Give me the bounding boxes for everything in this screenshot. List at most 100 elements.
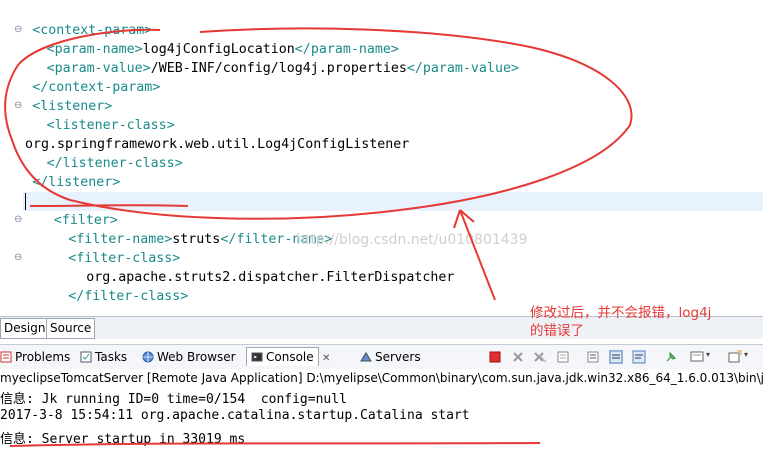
xml-tag-token: > (180, 289, 189, 304)
globe-icon (142, 350, 154, 363)
code-line-text: org.springframework.web.util.Log4jConfig… (25, 135, 409, 154)
scroll-lock-icon[interactable] (586, 350, 600, 364)
xml-tag-token: filter-class (84, 289, 181, 304)
code-line[interactable]: <param-name>log4jConfigLocation</param-n… (0, 40, 763, 59)
fold-toggle-icon[interactable]: ⊖ (14, 253, 22, 263)
servers-icon (360, 350, 372, 362)
code-line[interactable]: org.apache.struts2.dispatcher.FilterDisp… (0, 268, 763, 287)
code-line[interactable] (0, 192, 763, 211)
xml-tag-token: listener (40, 99, 105, 114)
console-output[interactable]: myeclipseTomcatServer [Remote Java Appli… (0, 369, 763, 462)
close-icon: ✕ (322, 353, 331, 364)
code-line-text: <filter> (54, 211, 118, 230)
xml-tag-token: > (112, 175, 121, 190)
xml-tag-token: param-value (422, 61, 511, 76)
xml-tag-token: </ (68, 289, 85, 304)
tab-tasks[interactable]: Tasks (80, 348, 127, 366)
xml-tag-token: > (166, 118, 175, 133)
code-line-text: <filter-name>struts</filter-name> (68, 230, 332, 249)
tab-console-label: Console (266, 350, 314, 364)
console-line: 信息: Server startup in 33019 ms (0, 432, 246, 447)
code-text-token: org.springframework.web.util.Log4jConfig… (25, 137, 410, 152)
xml-tag-token: context-param (40, 23, 145, 38)
code-line[interactable]: <listener-class> (0, 116, 763, 135)
fold-toggle-icon[interactable]: ⊖ (14, 215, 22, 225)
code-line-text: </context-param> (32, 78, 160, 97)
code-line[interactable]: <param-value>/WEB-INF/config/log4j.prope… (0, 59, 763, 78)
tab-design[interactable]: Design (0, 318, 50, 339)
open-console-icon[interactable] (728, 350, 742, 364)
xml-tag-token: filter-class (76, 251, 173, 266)
xml-tag-token: > (109, 213, 118, 228)
tab-web-browser[interactable]: Web Browser (142, 348, 236, 366)
tab-close-console[interactable]: ✕ (322, 348, 330, 366)
fold-toggle-icon[interactable]: ⊖ (14, 25, 22, 35)
code-line-text: <listener> (32, 97, 112, 116)
xml-tag-token: param-name (54, 42, 135, 57)
tab-servers-label: Servers (375, 350, 421, 364)
clear-console-icon[interactable] (556, 350, 570, 364)
terminate-icon[interactable] (488, 350, 502, 364)
tab-console[interactable]: Console (246, 347, 319, 366)
xml-tag-token: </ (46, 156, 63, 171)
xml-tag-token: </ (220, 232, 237, 247)
xml-tag-token: < (32, 99, 41, 114)
code-line[interactable]: </listener-class> (0, 154, 763, 173)
tab-source[interactable]: Source (46, 318, 96, 339)
xml-tag-token: < (53, 213, 62, 228)
xml-tag-token: filter-name (76, 232, 165, 247)
code-line[interactable]: <listener> ⊖ (0, 97, 763, 116)
tab-problems[interactable]: Problems (0, 348, 70, 366)
xml-tag-token: < (46, 61, 55, 76)
code-text-token: struts (172, 232, 221, 247)
xml-tag-token: </ (32, 175, 49, 190)
xml-tag-token: context-param (48, 80, 153, 95)
show-console-on-output-icon[interactable] (632, 350, 646, 364)
code-line[interactable]: org.springframework.web.util.Log4jConfig… (0, 135, 763, 154)
xml-tag-token: </ (32, 80, 49, 95)
tab-web-browser-label: Web Browser (157, 350, 236, 364)
open-console-dropdown-icon[interactable]: ▾ (744, 350, 758, 364)
xml-tag-token: param-value (54, 61, 143, 76)
code-text-token: log4jConfigLocation (142, 42, 295, 57)
xml-tag-token: < (68, 251, 77, 266)
xml-source-editor[interactable]: <context-param> ⊖ <param-name>log4jConfigL… (0, 0, 763, 316)
code-line[interactable]: <filter> ⊖ (0, 211, 763, 230)
xml-tag-token: listener-class (54, 118, 167, 133)
remove-launch-icon[interactable] (511, 350, 525, 364)
annotation-line-2: 的错误了 (530, 323, 584, 339)
xml-tag-token: listener (48, 175, 113, 190)
tab-servers[interactable]: Servers (360, 348, 421, 366)
console-line: 2017-3-8 15:54:11 org.apache.catalina.st… (0, 408, 470, 423)
display-console-icon[interactable] (690, 350, 704, 364)
fold-toggle-icon[interactable]: ⊖ (14, 101, 22, 111)
code-text-token: org.apache.struts2.dispatcher.FilterDisp… (86, 270, 455, 285)
code-line-text: <param-name>log4jConfigLocation</param-n… (47, 40, 399, 59)
xml-tag-token: < (46, 42, 55, 57)
xml-tag-token: listener-class (62, 156, 175, 171)
tab-tasks-label: Tasks (95, 350, 128, 364)
remove-all-terminated-icon[interactable] (533, 350, 547, 364)
xml-tag-token: </ (294, 42, 311, 57)
annotation-line-1: 修改过后，并不会报错，log4j (530, 305, 712, 321)
xml-tag-token: > (174, 156, 183, 171)
code-text-token: /WEB-INF/config/log4j.properties (150, 61, 407, 76)
xml-tag-token: </ (406, 61, 423, 76)
code-line-text: </listener> (32, 173, 120, 192)
pin-console-icon[interactable] (664, 350, 678, 364)
xml-tag-token: < (46, 118, 55, 133)
xml-tag-token: > (172, 251, 181, 266)
problems-icon (0, 350, 12, 363)
xml-tag-token: > (142, 61, 151, 76)
code-line[interactable]: <filter-class> ⊖ (0, 249, 763, 268)
code-line[interactable]: <context-param> ⊖ (0, 21, 763, 40)
watermark: http://blog.csdn.net/u010801439 (296, 232, 528, 248)
display-console-dropdown-icon[interactable]: ▾ (706, 350, 720, 364)
word-wrap-icon[interactable] (609, 350, 623, 364)
xml-tag-token: < (32, 23, 41, 38)
annotation-note: 修改过后，并不会报错，log4j 的错误了 (530, 304, 760, 340)
code-line[interactable]: </context-param> (0, 78, 763, 97)
code-line[interactable]: </listener> (0, 173, 763, 192)
tasks-icon (80, 350, 92, 363)
xml-tag-token: > (104, 99, 113, 114)
